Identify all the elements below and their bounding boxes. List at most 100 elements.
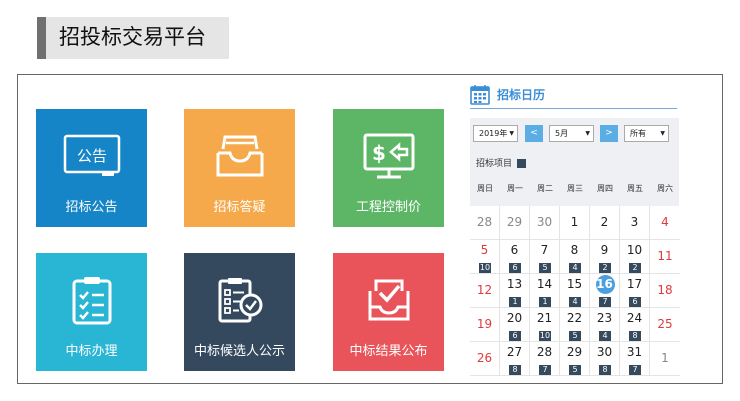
day-number: 2	[600, 215, 609, 229]
calendar-day[interactable]: 29	[500, 206, 530, 240]
calendar-day[interactable]: 24 8	[620, 308, 650, 342]
calendar-day[interactable]: 3	[620, 206, 650, 240]
tray-check-icon	[368, 279, 409, 321]
calendar-day[interactable]: 22 5	[560, 308, 590, 342]
day-number: 9	[600, 243, 609, 257]
project-count-badge[interactable]: 6	[509, 263, 521, 273]
calendar-day[interactable]: 26	[470, 342, 500, 376]
calendar-title: 招标日历	[497, 88, 546, 102]
day-number: 6	[510, 243, 519, 257]
day-number: 7	[540, 243, 549, 257]
project-count-badge[interactable]: 4	[569, 263, 581, 273]
day-number: 21	[536, 311, 553, 325]
day-number: 14	[536, 277, 553, 291]
project-count-badge[interactable]: 8	[629, 331, 641, 341]
calendar-day[interactable]: 20 6	[500, 308, 530, 342]
weekday-label: 周四	[597, 184, 613, 193]
calendar-day[interactable]: 2	[590, 206, 620, 240]
project-count-badge[interactable]: 5	[569, 365, 581, 375]
project-count-badge[interactable]: 2	[629, 263, 641, 273]
calendar-day[interactable]: 28	[470, 206, 500, 240]
calendar-day[interactable]: 12	[470, 274, 500, 308]
calendar-day[interactable]: 75	[530, 240, 560, 274]
calendar-day[interactable]: 84	[560, 240, 590, 274]
tile-label: 中标候选人公示	[193, 344, 285, 359]
calendar-day[interactable]: 14 1	[530, 274, 560, 308]
tile-control-price[interactable]: $ 工程控制价	[333, 109, 444, 227]
project-count-badge[interactable]: 2	[599, 263, 611, 273]
day-number: 26	[476, 351, 493, 365]
calendar-day[interactable]: 92	[590, 240, 620, 274]
project-count-badge[interactable]: 7	[539, 365, 551, 375]
tile-label: 招标答疑	[213, 200, 266, 215]
calendar-day[interactable]: 13 1	[500, 274, 530, 308]
calendar-day[interactable]: 4	[650, 206, 680, 240]
day-number: 29	[506, 215, 523, 229]
tile-candidate-notice[interactable]: 中标候选人公示	[184, 253, 295, 371]
calendar-day[interactable]: 23 4	[590, 308, 620, 342]
project-count-badge[interactable]: 10	[479, 263, 491, 273]
year-select[interactable]: 2019年 ▼	[473, 125, 518, 142]
clipboard-checklist-icon	[72, 277, 111, 325]
day-number: 16	[596, 277, 613, 291]
price-monitor-icon: $	[363, 133, 414, 179]
prev-month-button[interactable]: <	[525, 125, 543, 142]
calendar-day-today[interactable]: 16 7	[590, 274, 620, 308]
day-number: 22	[566, 311, 583, 325]
project-count-badge[interactable]: 1	[509, 297, 521, 307]
calendar-day[interactable]: 21 10	[530, 308, 560, 342]
inbox-tray-icon	[216, 135, 263, 177]
day-number: 18	[657, 283, 673, 297]
calendar-day[interactable]: 27 8	[500, 342, 530, 376]
next-month-button[interactable]: >	[600, 125, 618, 142]
tile-bid-announcement[interactable]: 公告 招标公告	[36, 109, 147, 227]
svg-text:公告: 公告	[76, 147, 106, 165]
calendar-day[interactable]: 30 8	[590, 342, 620, 376]
project-count-badge[interactable]: 7	[599, 297, 611, 307]
tile-label: 中标办理	[65, 344, 118, 359]
calendar-day[interactable]: 66	[500, 240, 530, 274]
calendar-day[interactable]: 31 7	[620, 342, 650, 376]
day-number: 27	[506, 345, 523, 359]
day-number: 3	[630, 215, 639, 229]
day-number: 30	[596, 345, 613, 359]
calendar-day[interactable]: 29 5	[560, 342, 590, 376]
calendar-day[interactable]: 28 7	[530, 342, 560, 376]
project-count-badge[interactable]: 6	[509, 331, 521, 341]
project-count-badge[interactable]: 5	[569, 331, 581, 341]
project-count-badge[interactable]: 4	[569, 297, 581, 307]
calendar-day[interactable]: 15 4	[560, 274, 590, 308]
tile-label: 招标公告	[65, 200, 118, 215]
project-count-badge[interactable]: 7	[629, 365, 641, 375]
project-count-badge[interactable]: 4	[599, 331, 611, 341]
calendar-day[interactable]: 25	[650, 308, 680, 342]
day-number: 30	[536, 215, 553, 229]
calendar-day[interactable]: 17 6	[620, 274, 650, 308]
project-count-badge[interactable]: 1	[539, 297, 551, 307]
weekday-label: 周五	[627, 184, 643, 193]
calendar-day[interactable]: 11	[650, 240, 680, 274]
project-count-badge[interactable]: 8	[509, 365, 521, 375]
project-count-badge[interactable]: 10	[539, 331, 551, 341]
month-select[interactable]: 5月 ▼	[549, 125, 594, 142]
type-select-value: 所有	[630, 129, 646, 138]
project-count-badge[interactable]: 8	[599, 365, 611, 375]
day-number: 20	[506, 311, 523, 325]
project-count-badge[interactable]: 6	[629, 297, 641, 307]
type-select[interactable]: 所有 ▼	[624, 125, 669, 142]
calendar-day[interactable]: 10 2	[620, 240, 650, 274]
calendar-day[interactable]: 5 10	[470, 240, 500, 274]
calendar-day[interactable]: 18	[650, 274, 680, 308]
calendar-day[interactable]: 1	[560, 206, 590, 240]
chevron-down-icon: ▼	[585, 130, 590, 137]
calendar-grid: 28 29 30 1 2 3 4 5 10 6 6 7 5 8 4 9 2 10 2 11 12 13 1 14 1 15 4 16 7…	[470, 206, 680, 376]
page-header: 招投标交易平台	[37, 17, 229, 59]
day-number: 1	[570, 215, 579, 229]
tile-bid-qa[interactable]: 招标答疑	[184, 109, 295, 227]
calendar-day[interactable]: 30	[530, 206, 560, 240]
calendar-day[interactable]: 1	[650, 342, 680, 376]
project-count-badge[interactable]: 5	[539, 263, 551, 273]
tile-award-result[interactable]: 中标结果公布	[333, 253, 444, 371]
calendar-day[interactable]: 19	[470, 308, 500, 342]
tile-award-processing[interactable]: 中标办理	[36, 253, 147, 371]
